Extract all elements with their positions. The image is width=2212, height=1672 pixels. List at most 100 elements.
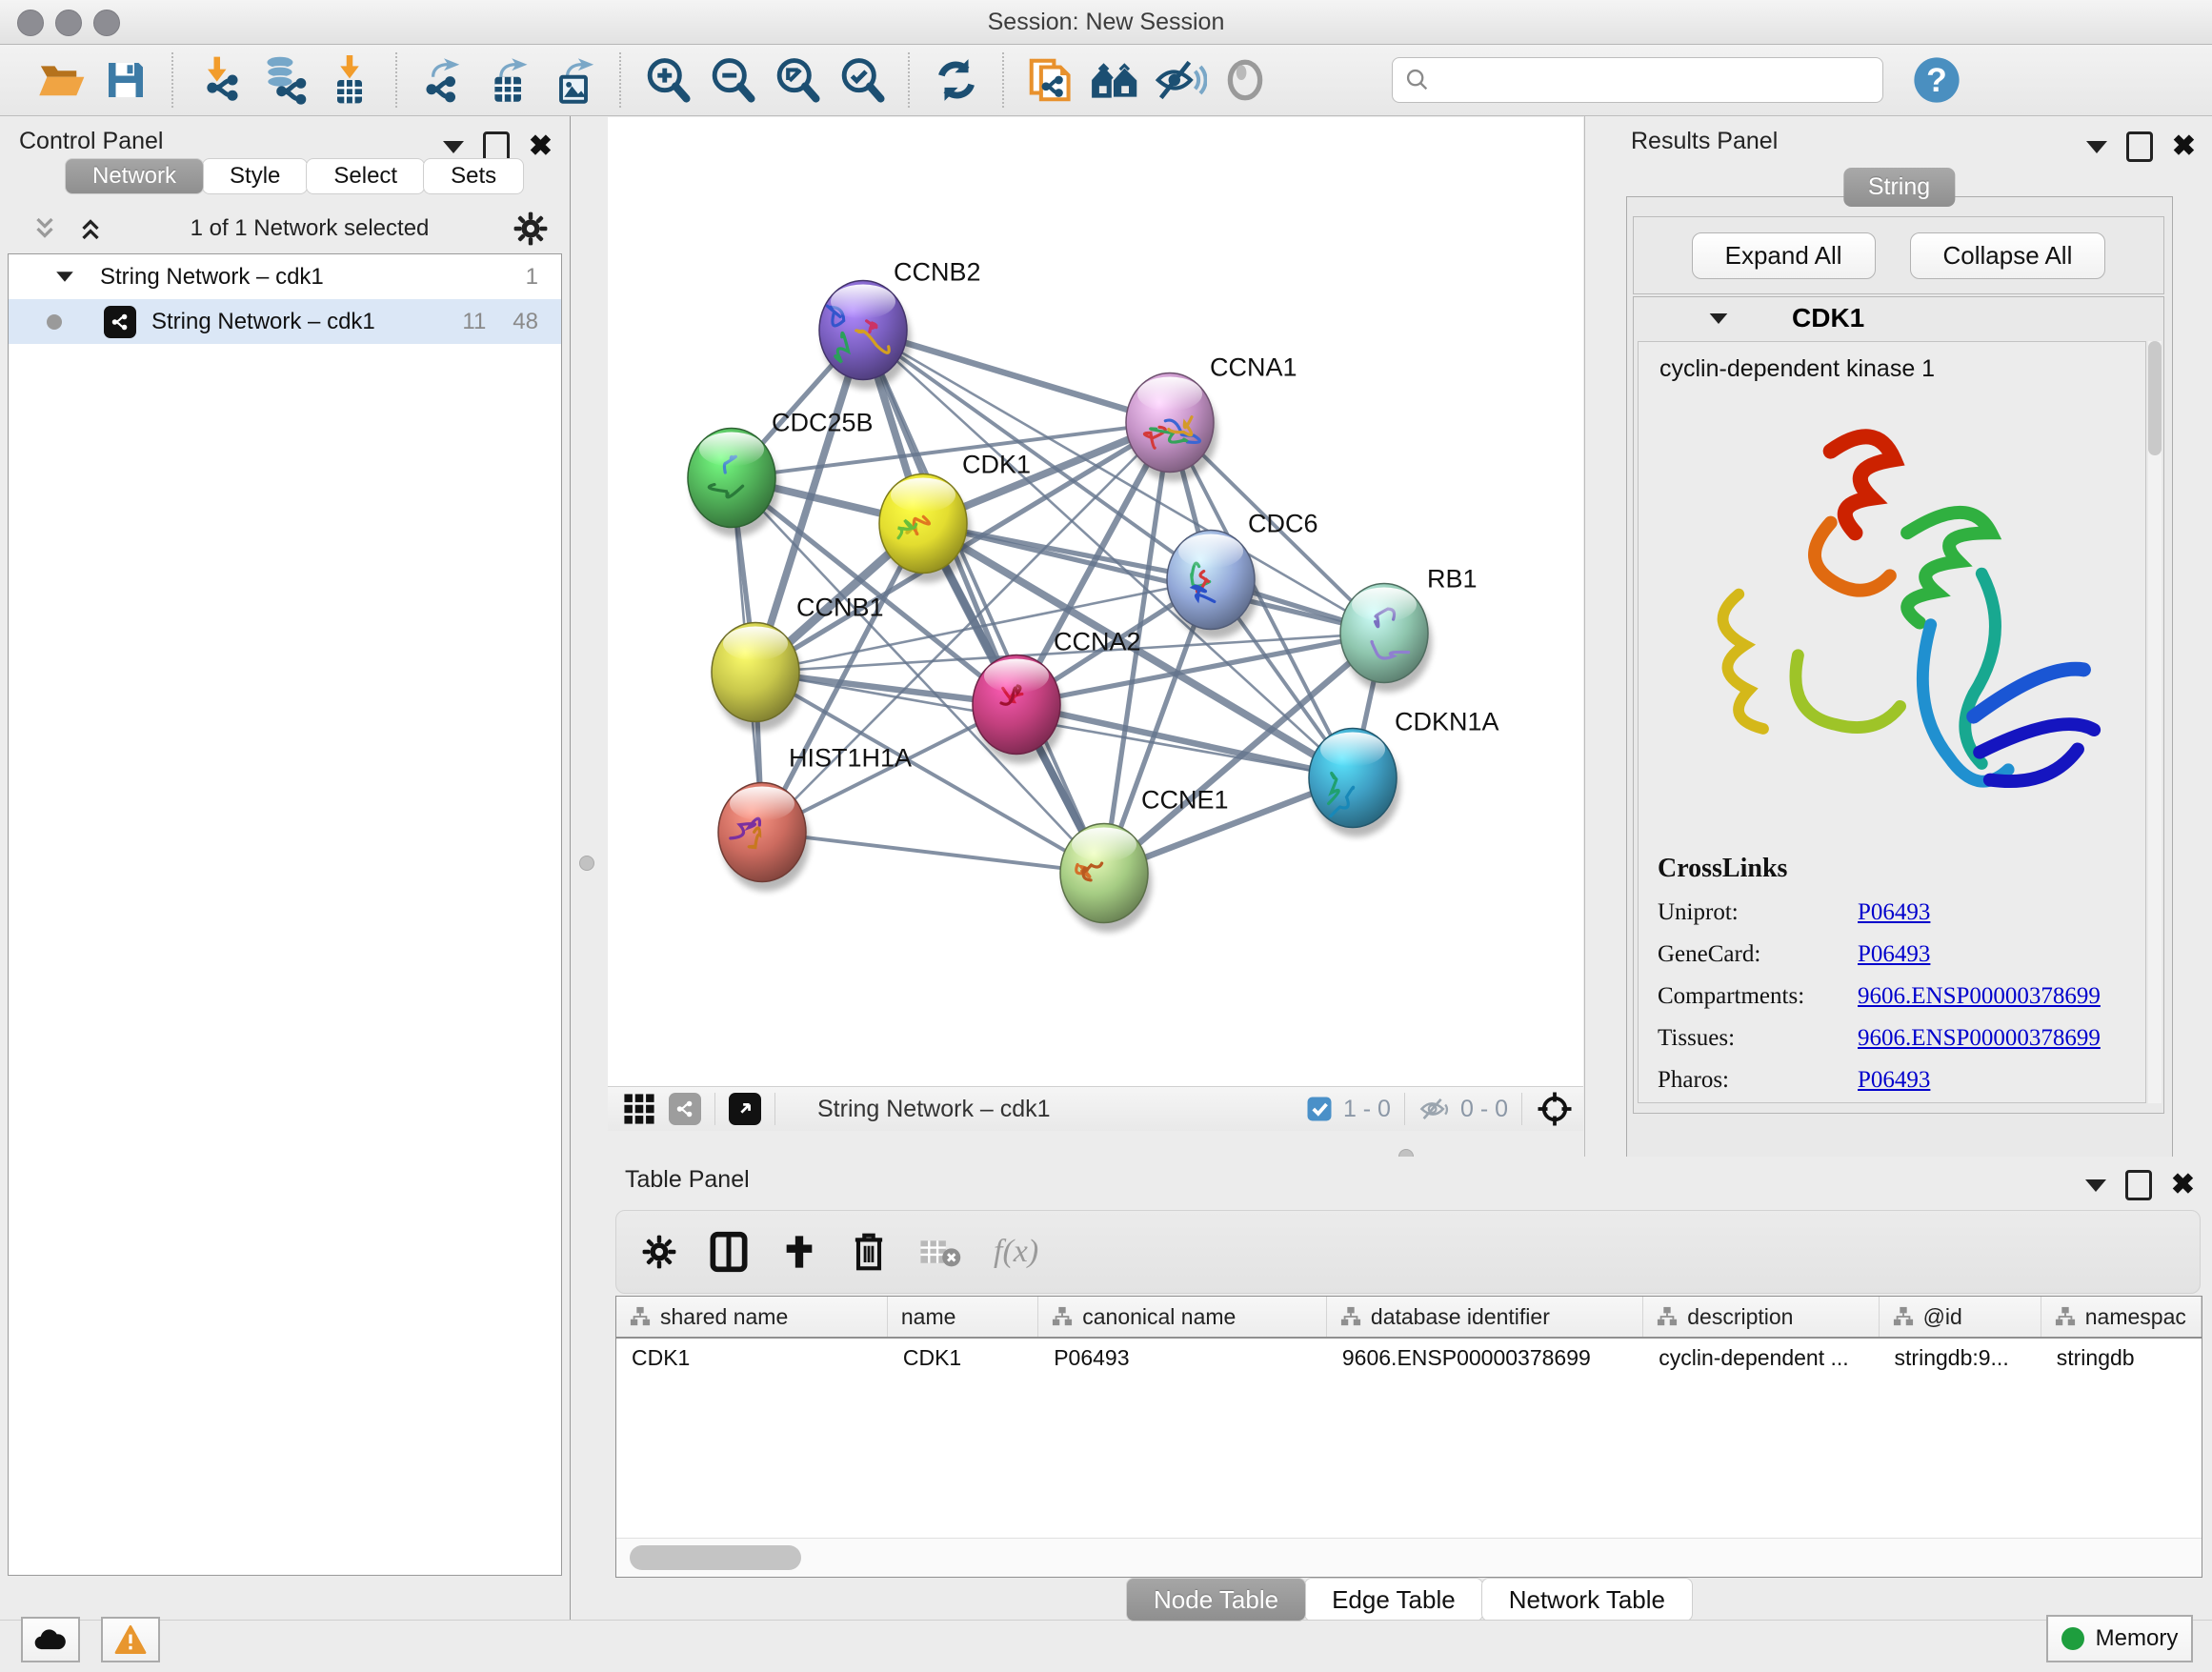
crosshair-icon[interactable]: [1536, 1090, 1574, 1128]
node-HIST1H1A[interactable]: HIST1H1A: [718, 744, 912, 892]
table-cell[interactable]: 9606.ENSP00000378699: [1327, 1339, 1643, 1377]
crosslink-link[interactable]: P06493: [1858, 1067, 1930, 1094]
node-section-header[interactable]: CDK1: [1634, 297, 2163, 339]
results-scrollbar-thumb[interactable]: [2148, 341, 2162, 455]
dim-view-button[interactable]: [1218, 53, 1272, 107]
tab-network[interactable]: Network: [65, 158, 204, 194]
node-CCNE1[interactable]: CCNE1: [1060, 786, 1229, 933]
table-cell[interactable]: stringdb: [2041, 1339, 2202, 1377]
node-CCNA2[interactable]: CCNA2: [973, 628, 1141, 764]
table-cell[interactable]: cyclin-dependent ...: [1643, 1339, 1879, 1377]
warning-status-button[interactable]: [101, 1617, 160, 1662]
table-hscrollbar-thumb[interactable]: [630, 1545, 801, 1570]
results-panel-float-button[interactable]: [2126, 131, 2153, 162]
tab-style[interactable]: Style: [202, 158, 308, 194]
edge-HIST1H1A-CCNE1[interactable]: [762, 833, 1104, 874]
show-all-panels-button[interactable]: [1089, 53, 1142, 107]
table-cell[interactable]: CDK1: [616, 1339, 888, 1377]
search-input[interactable]: [1431, 66, 1871, 94]
left-splitter-handle[interactable]: [579, 856, 594, 871]
clone-network-button[interactable]: [1024, 53, 1077, 107]
table-panel-float-button[interactable]: [2125, 1170, 2152, 1200]
network-canvas[interactable]: CCNB2CCNA1CDC25BCDK1CDC6RB1CCNB1CCNA2CDK…: [608, 117, 1583, 1086]
zoom-out-button[interactable]: [706, 53, 759, 107]
import-network-database-button[interactable]: [258, 53, 312, 107]
refresh-button[interactable]: [930, 53, 983, 107]
results-panel-menu-button[interactable]: [2086, 141, 2107, 153]
tab-edge-table[interactable]: Edge Table: [1304, 1578, 1483, 1622]
fit-content-button[interactable]: [771, 53, 824, 107]
node-RB1[interactable]: RB1: [1340, 565, 1478, 693]
table-row[interactable]: CDK1CDK1P064939606.ENSP00000378699cyclin…: [616, 1339, 2202, 1377]
crosslink-link[interactable]: P06493: [1858, 941, 1930, 968]
node-CDC6[interactable]: CDC6: [1167, 510, 1318, 639]
table-panel-menu-button[interactable]: [2085, 1179, 2106, 1192]
column-header-database-identifier[interactable]: database identifier: [1327, 1297, 1643, 1337]
zoom-selected-button[interactable]: [835, 53, 889, 107]
column-header-canonical-name[interactable]: canonical name: [1038, 1297, 1327, 1337]
table-settings-gear-icon[interactable]: [641, 1234, 677, 1270]
network-collection-row[interactable]: String Network – cdk1 1: [9, 254, 561, 299]
export-table-button[interactable]: [482, 53, 535, 107]
save-session-button[interactable]: [99, 53, 152, 107]
edge-CCNA2-CDKN1A[interactable]: [1016, 705, 1353, 778]
tab-node-table[interactable]: Node Table: [1126, 1578, 1306, 1622]
expand-all-button[interactable]: Expand All: [1692, 232, 1876, 279]
table-panel-close-button[interactable]: ✖: [2171, 1173, 2195, 1198]
edge-CCNB2-CCNE1[interactable]: [863, 331, 1104, 874]
crosslink-link[interactable]: P06493: [1858, 899, 1930, 926]
results-scrollbar-track[interactable]: [2148, 341, 2162, 1103]
table-tabs: Node TableEdge TableNetwork Table: [1128, 1578, 1693, 1622]
tab-string[interactable]: String: [1843, 168, 1955, 207]
selected-checkbox-icon[interactable]: [1305, 1095, 1334, 1123]
tab-sets[interactable]: Sets: [423, 158, 524, 194]
control-panel-menu-button[interactable]: [443, 141, 464, 153]
column-header-name[interactable]: name: [888, 1297, 1038, 1337]
control-panel-close-button[interactable]: ✖: [529, 134, 553, 159]
gear-icon[interactable]: [513, 211, 549, 247]
crosslink-link[interactable]: 9606.ENSP00000378699: [1858, 983, 2101, 1010]
node-CCNB2[interactable]: CCNB2: [819, 258, 981, 390]
memory-button[interactable]: Memory: [2046, 1615, 2193, 1662]
section-collapse-icon[interactable]: [1710, 312, 1728, 323]
node-CDKN1A[interactable]: CDKN1A: [1309, 708, 1499, 837]
export-network-button[interactable]: [417, 53, 471, 107]
network-row[interactable]: String Network – cdk1 11 48: [9, 299, 561, 344]
help-button[interactable]: ?: [1910, 53, 1963, 107]
hidden-eye-icon[interactable]: [1418, 1095, 1453, 1123]
cloud-status-button[interactable]: [21, 1617, 80, 1662]
results-panel-close-button[interactable]: ✖: [2172, 134, 2196, 159]
network-share-icon[interactable]: [669, 1093, 701, 1125]
zoom-in-button[interactable]: [641, 53, 694, 107]
import-table-button[interactable]: [323, 53, 376, 107]
import-network-file-button[interactable]: [193, 53, 247, 107]
column-header-shared-name[interactable]: shared name: [616, 1297, 888, 1337]
apply-function-icon[interactable]: f(x): [994, 1234, 1038, 1270]
collection-expand-icon[interactable]: [56, 272, 73, 281]
delete-table-icon[interactable]: [919, 1235, 961, 1269]
expand-all-chevron-icon[interactable]: [74, 214, 107, 243]
open-file-button[interactable]: [34, 53, 88, 107]
grid-view-icon[interactable]: [623, 1093, 655, 1125]
node-CCNB1[interactable]: CCNB1: [712, 594, 884, 732]
column-header-namespac[interactable]: namespac: [2041, 1297, 2202, 1337]
export-image-button[interactable]: [547, 53, 600, 107]
add-column-icon[interactable]: [780, 1233, 818, 1271]
network-graph[interactable]: CCNB2CCNA1CDC25BCDK1CDC6RB1CCNB1CCNA2CDK…: [608, 117, 1583, 1086]
crosslink-link[interactable]: 9606.ENSP00000378699: [1858, 1025, 2101, 1052]
table-cell[interactable]: P06493: [1038, 1339, 1327, 1377]
collapse-all-button[interactable]: Collapse All: [1910, 232, 2106, 279]
column-header-id[interactable]: @id: [1880, 1297, 2041, 1337]
delete-column-icon[interactable]: [851, 1231, 887, 1273]
birdseye-view-icon[interactable]: [729, 1093, 761, 1125]
table-hscrollbar-track[interactable]: [616, 1538, 2202, 1577]
table-cell[interactable]: CDK1: [888, 1339, 1038, 1377]
tab-select[interactable]: Select: [306, 158, 425, 194]
column-header-description[interactable]: description: [1643, 1297, 1879, 1337]
node-CDK1[interactable]: CDK1: [879, 451, 1031, 583]
hide-panels-button[interactable]: [1154, 53, 1207, 107]
table-cell[interactable]: stringdb:9...: [1880, 1339, 2041, 1377]
show-columns-icon[interactable]: [710, 1231, 748, 1273]
collapse-all-chevron-icon[interactable]: [29, 214, 61, 243]
tab-network-table[interactable]: Network Table: [1481, 1578, 1693, 1622]
